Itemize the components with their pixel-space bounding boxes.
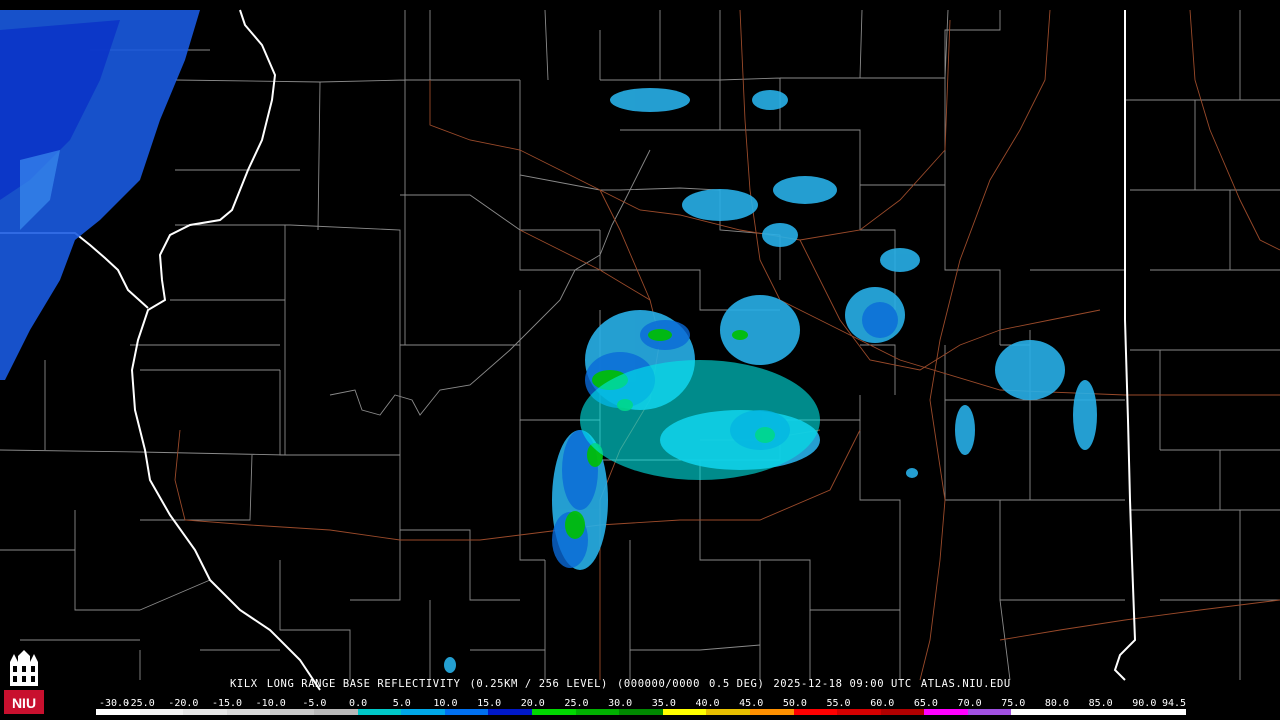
color-scale-bar [96,709,1186,715]
scale-swatch [226,709,271,715]
scale-tick-label: 90.0 [1132,698,1157,709]
product-volume: (000000/0000 [616,678,700,690]
product-name: LONG RANGE BASE REFLECTIVITY [266,678,461,690]
scale-tick-label: 94.5 [1161,698,1187,709]
scale-swatch [880,709,925,715]
scale-tick-label: 70.0 [957,698,982,709]
scale-swatch [183,709,227,715]
scale-tick-label: 35.0 [651,698,676,709]
station-id: KILX [230,678,258,690]
product-timestamp: 2025-12-18 09:00 UTC [773,678,912,690]
scale-tick-label: 20.0 [520,698,545,709]
scale-swatch [619,709,663,715]
radar-map [0,9,1280,691]
logo-text: NIU [12,695,36,711]
scale-swatch [139,709,184,715]
scale-tick-label: -20.0 [168,698,199,709]
scale-swatch [531,709,576,715]
radar-echoes [0,10,1097,673]
scale-swatch [1055,709,1099,715]
scale-swatch [575,709,620,715]
scale-tick-label: 60.0 [870,698,895,709]
scale-swatch [924,709,968,715]
scale-tick-label: 50.0 [782,698,807,709]
scale-tick-label: 25.0 [564,698,589,709]
scale-swatch [1011,709,1056,715]
scale-swatch [706,709,750,715]
scale-swatch [967,709,1012,715]
scale-tick-label: 0.0 [349,698,368,709]
product-elevation: 0.5 DEG) [709,678,765,690]
scale-swatch [1098,709,1143,715]
scale-tick-label: -25.0 [124,698,155,709]
scale-swatch [270,709,314,715]
scale-tick-label: 45.0 [739,698,764,709]
scale-swatch [444,709,489,715]
scale-tick-label: 75.0 [1001,698,1026,709]
scale-tick-label: 85.0 [1088,698,1113,709]
state-boundaries [0,9,1137,691]
scale-swatch [401,709,445,715]
scale-swatch [313,709,358,715]
scale-tick-label: -5.0 [302,698,327,709]
scale-swatch [357,709,402,715]
scale-swatch [96,709,140,715]
scale-swatch [662,709,707,715]
scale-tick-label: 55.0 [826,698,851,709]
scale-tick-label: 5.0 [392,698,411,709]
scale-swatch [749,709,794,715]
scale-tick-label: 65.0 [913,698,938,709]
scale-swatch [793,709,838,715]
scale-tick-label: 10.0 [433,698,458,709]
scale-swatch [1142,709,1186,715]
scale-tick-label: 30.0 [608,698,633,709]
scale-tick-label: -15.0 [211,698,243,709]
scale-tick-label: -10.0 [255,698,286,709]
product-caption: KILX LONG RANGE BASE REFLECTIVITY (0.25KM … [230,678,1020,690]
scale-tick-label: 15.0 [477,698,502,709]
scale-swatch [837,709,881,715]
product-source: ATLAS.NIU.EDU [920,678,1011,690]
scale-tick-label: 40.0 [695,698,720,709]
product-resolution: (0.25KM / 256 LEVEL) [469,678,608,690]
scale-swatch [488,709,532,715]
scale-tick-label: 80.0 [1044,698,1069,709]
niu-logo: NIU [2,646,46,716]
